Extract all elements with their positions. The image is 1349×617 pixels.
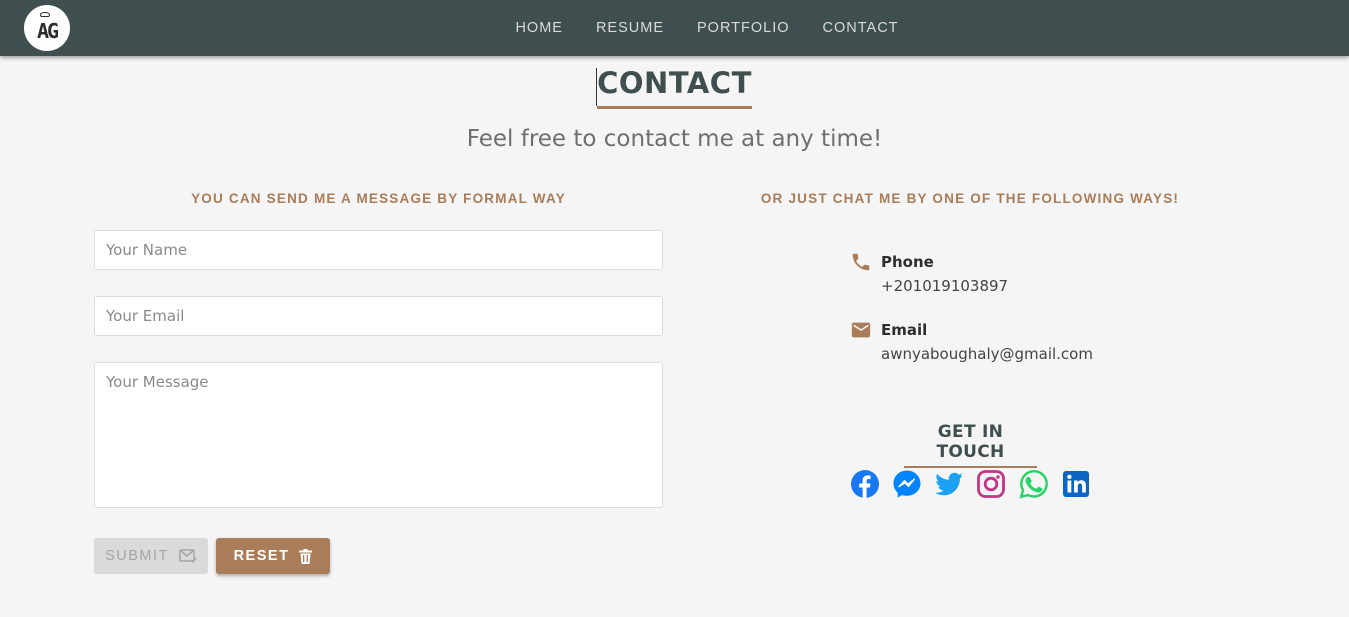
navbar: AG HOME RESUME PORTFOLIO CONTACT (0, 0, 1349, 56)
messenger-icon[interactable] (892, 469, 922, 499)
facebook-icon[interactable] (850, 469, 880, 499)
get-in-touch-heading: GET IN TOUCH (904, 422, 1037, 468)
name-input[interactable] (94, 230, 663, 270)
page-title: CONTACT (596, 66, 752, 109)
text-caret (596, 68, 598, 106)
message-textarea[interactable] (94, 362, 663, 508)
instagram-icon[interactable] (976, 469, 1006, 499)
email-value[interactable]: awnyaboughaly@gmail.com (881, 345, 1093, 363)
nav-links: HOME RESUME PORTFOLIO CONTACT (0, 0, 1349, 56)
submit-button[interactable]: SUBMIT (94, 538, 208, 574)
email-input[interactable] (94, 296, 663, 336)
linkedin-icon[interactable] (1061, 469, 1091, 499)
nav-link-portfolio[interactable]: PORTFOLIO (681, 20, 807, 36)
trash-icon (299, 548, 313, 564)
form-heading: YOU CAN SEND ME A MESSAGE BY FORMAL WAY (191, 191, 566, 206)
nav-link-home[interactable]: HOME (499, 20, 580, 36)
phone-icon (852, 253, 870, 271)
page-subtitle: Feel free to contact me at any time! (466, 126, 883, 152)
twitter-icon[interactable] (934, 469, 964, 499)
submit-label: SUBMIT (105, 548, 169, 564)
info-heading: OR JUST CHAT ME BY ONE OF THE FOLLOWING … (760, 191, 1180, 206)
whatsapp-icon[interactable] (1019, 469, 1049, 499)
phone-label: Phone (881, 253, 934, 271)
reset-button[interactable]: RESET (216, 538, 330, 574)
reset-label: RESET (233, 548, 290, 564)
email-label: Email (881, 321, 928, 339)
nav-link-contact[interactable]: CONTACT (806, 20, 915, 36)
page-title-wrapper: CONTACT (0, 66, 1349, 109)
send-mail-icon (179, 549, 197, 563)
phone-value[interactable]: +201019103897 (881, 277, 1008, 295)
nav-link-resume[interactable]: RESUME (579, 20, 680, 36)
email-icon (851, 322, 871, 338)
page-title-text: CONTACT (597, 66, 752, 100)
